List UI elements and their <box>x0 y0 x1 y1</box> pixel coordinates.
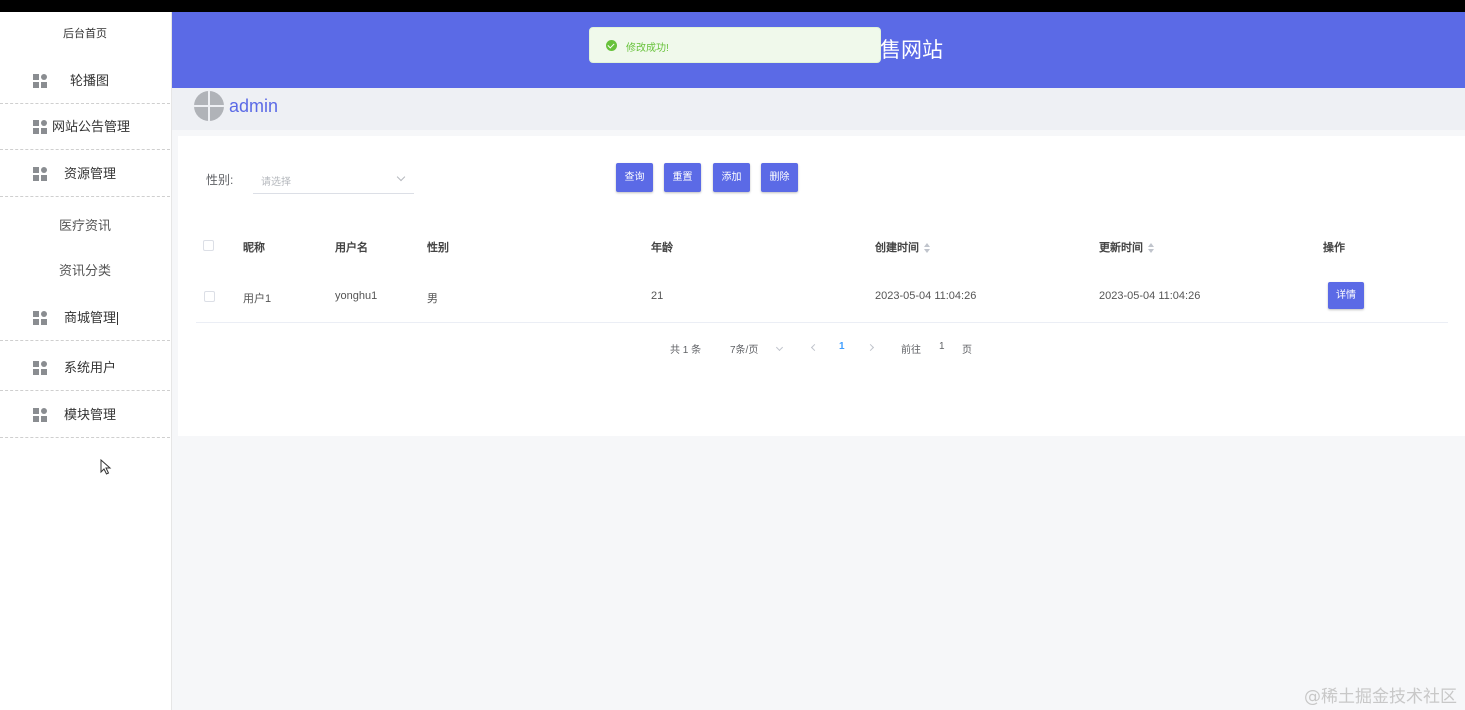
column-header-actions: 操作 <box>1323 242 1345 254</box>
sort-icon[interactable] <box>924 243 931 254</box>
sidebar-item-notice[interactable]: 网站公告管理 <box>0 104 170 150</box>
module-icon <box>33 407 47 422</box>
text-caret <box>117 311 119 325</box>
prev-page-icon[interactable] <box>810 343 819 352</box>
column-header-username: 用户名 <box>335 242 368 254</box>
sidebar-item-carousel[interactable]: 轮播图 <box>0 58 170 104</box>
page-number-current[interactable]: 1 <box>839 341 845 352</box>
select-all-checkbox[interactable] <box>203 240 214 251</box>
cell-created: 2023-05-04 11:04:26 <box>875 290 977 302</box>
column-header-nickname: 昵称 <box>243 242 265 254</box>
sidebar-item-label: 模块管理 <box>64 406 117 422</box>
page-size-select[interactable]: 7条/页 <box>730 341 758 356</box>
sidebar: 后台首页 轮播图 网站公告管理 资源管理 医疗资讯 资讯分类 商城管理 系统用户… <box>0 12 172 710</box>
goto-prefix: 前往 <box>901 345 921 356</box>
gender-filter-label: 性别: <box>206 173 234 187</box>
next-page-icon[interactable] <box>866 343 875 352</box>
toast-message: 修改成功! <box>626 43 669 54</box>
module-icon <box>33 166 47 181</box>
delete-button[interactable]: 删除 <box>761 163 798 192</box>
sidebar-item-system-users[interactable]: 系统用户 <box>0 345 170 391</box>
cell-gender: 男 <box>427 293 438 305</box>
sidebar-item-home[interactable]: 后台首页 <box>0 25 170 41</box>
chevron-down-icon <box>396 172 406 182</box>
goto-suffix: 页 <box>962 345 972 356</box>
gender-select-placeholder: 请选择 <box>261 177 291 188</box>
sidebar-item-shop[interactable]: 商城管理 <box>0 295 170 341</box>
module-icon <box>33 73 47 88</box>
query-button[interactable]: 查询 <box>616 163 653 192</box>
sidebar-item-label: 轮播图 <box>70 72 110 88</box>
mouse-cursor-icon <box>100 459 112 475</box>
add-button[interactable]: 添加 <box>713 163 750 192</box>
row-checkbox[interactable] <box>204 291 215 302</box>
column-header-label: 更新时间 <box>1099 242 1143 254</box>
user-bar: admin <box>172 88 1465 130</box>
column-header-updated[interactable]: 更新时间 <box>1099 239 1155 255</box>
cell-updated: 2023-05-04 11:04:26 <box>1099 290 1201 302</box>
sidebar-item-label: 系统用户 <box>64 359 117 375</box>
chevron-down-icon[interactable] <box>775 343 784 352</box>
reset-button[interactable]: 重置 <box>664 163 701 192</box>
sidebar-item-label: 资源管理 <box>64 165 117 181</box>
goto-page-input[interactable]: 1 <box>939 341 945 352</box>
check-circle-icon <box>606 40 617 51</box>
sidebar-item-label: 网站公告管理 <box>52 118 131 134</box>
sidebar-subitem-news-category[interactable]: 资讯分类 <box>0 260 170 279</box>
module-icon <box>33 360 47 375</box>
column-header-label: 创建时间 <box>875 242 919 254</box>
cell-username: yonghu1 <box>335 290 378 302</box>
cell-nickname: 用户1 <box>243 293 272 305</box>
sort-icon[interactable] <box>1148 243 1155 254</box>
module-icon <box>33 119 47 134</box>
gender-select[interactable]: 请选择 <box>253 164 414 194</box>
success-toast: 修改成功! <box>589 27 881 63</box>
column-header-created[interactable]: 创建时间 <box>875 239 931 255</box>
column-header-gender: 性别 <box>427 242 449 254</box>
module-icon <box>33 310 47 325</box>
sidebar-item-resources[interactable]: 资源管理 <box>0 151 170 197</box>
pagination-total: 共 1 条 <box>670 345 702 356</box>
sidebar-item-modules[interactable]: 模块管理 <box>0 392 170 438</box>
detail-button[interactable]: 详情 <box>1328 282 1364 309</box>
top-black-strip <box>0 0 1465 12</box>
sidebar-item-label: 商城管理 <box>64 309 117 325</box>
column-header-age: 年龄 <box>651 242 673 254</box>
sidebar-subitem-medical-news[interactable]: 医疗资讯 <box>0 215 170 234</box>
cell-age: 21 <box>651 290 664 302</box>
watermark: @稀土掘金技术社区 <box>1304 687 1457 707</box>
row-divider <box>196 322 1448 323</box>
site-title: 售网站 <box>880 39 943 62</box>
main-card: 性别: 请选择 查询 重置 添加 删除 昵称 用户名 性别 年龄 创建时间 更新… <box>178 136 1465 436</box>
avatar[interactable] <box>194 91 224 121</box>
username[interactable]: admin <box>229 96 278 117</box>
